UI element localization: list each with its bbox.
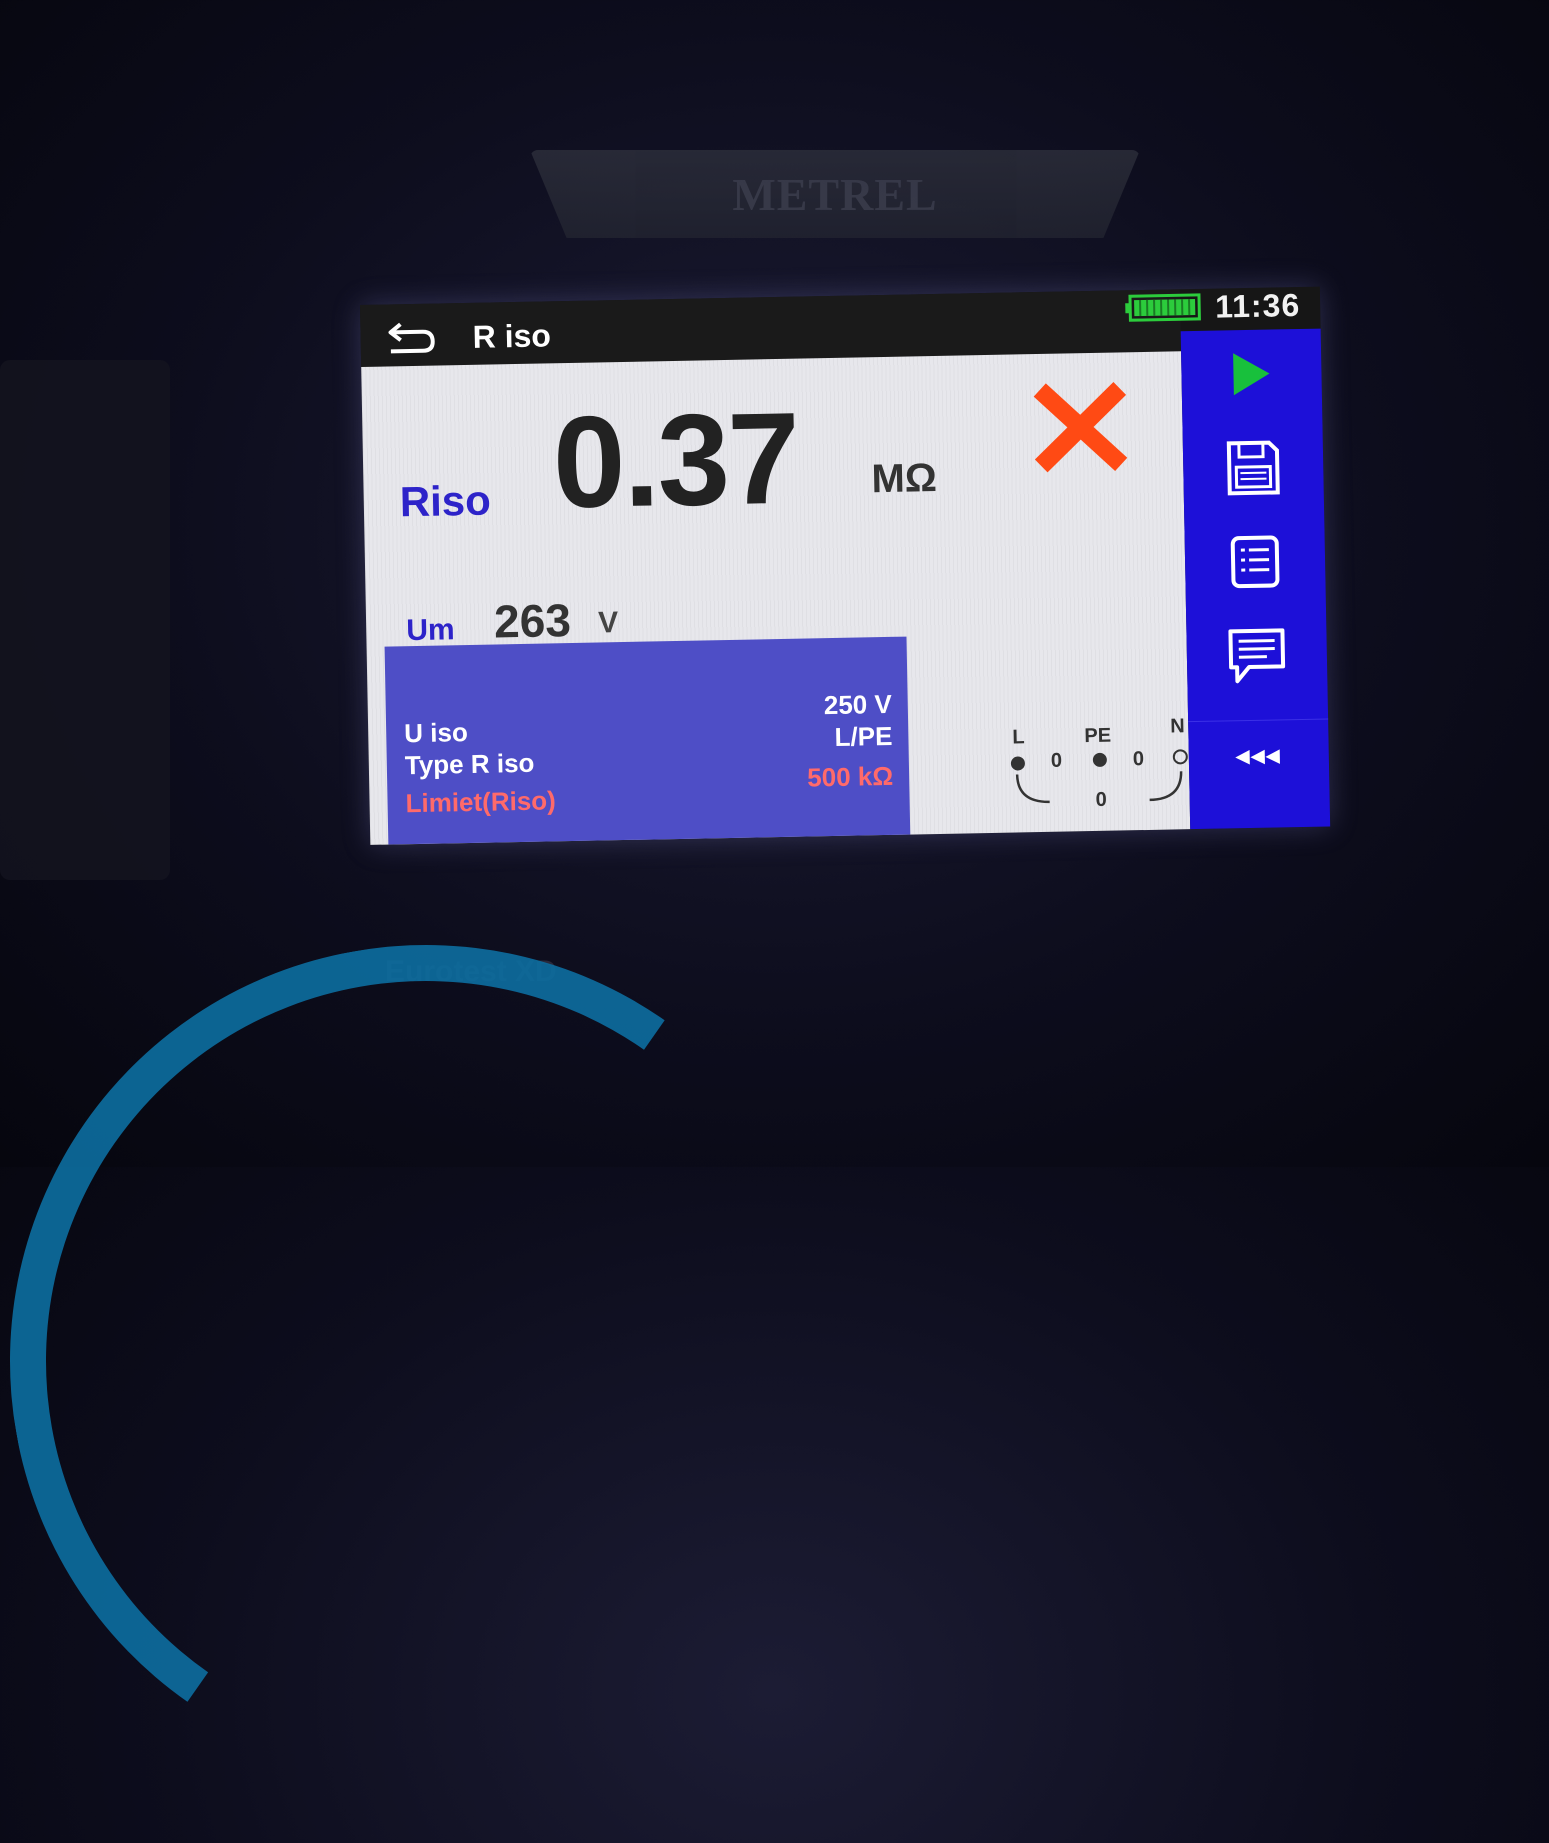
param-value-limit: 500 kΩ <box>806 760 894 793</box>
save-button[interactable] <box>1221 435 1286 500</box>
brand-logo: METREL <box>732 169 938 220</box>
battery-icon <box>1125 293 1201 322</box>
watermark-arc <box>0 879 908 1843</box>
save-icon <box>1226 440 1280 496</box>
comment-button[interactable] <box>1224 623 1289 688</box>
param-label-uiso: U iso <box>403 717 469 749</box>
terminal-dot-n <box>1172 749 1188 765</box>
terminal-connection-arcs <box>1015 771 1183 804</box>
terminal-label-l: L <box>1012 726 1025 749</box>
results-list-button[interactable] <box>1222 529 1287 594</box>
param-value-uiso: 250 V <box>823 688 893 721</box>
list-icon <box>1230 535 1280 589</box>
terminal-diagram: L PE N 0 0 0 <box>998 715 1190 825</box>
sidebar-divider <box>1188 718 1329 723</box>
action-sidebar: ◂◂◂ <box>1180 328 1331 830</box>
um-unit: V <box>597 606 619 640</box>
page-title: R iso <box>472 317 552 355</box>
start-button[interactable] <box>1219 341 1284 406</box>
param-label-limit: Limiet(Riso) <box>405 785 557 819</box>
fail-cross-icon <box>1033 382 1128 473</box>
parameters-panel[interactable]: U iso Type R iso Limiet(Riso) 250 V L/PE… <box>384 636 911 845</box>
device-brand-plate: METREL <box>530 150 1140 238</box>
result-panel: Riso 0.37 MΩ Um 263 V U iso Type R iso L… <box>361 351 1191 845</box>
device-bezel <box>0 360 170 880</box>
um-value: 263 <box>493 594 572 648</box>
param-value-type: L/PE <box>834 720 893 752</box>
result-label: Riso <box>399 476 492 526</box>
param-label-type: Type R iso <box>404 747 535 781</box>
result-value: 0.37 <box>551 384 800 536</box>
play-icon <box>1233 353 1270 396</box>
result-unit: MΩ <box>871 455 938 502</box>
um-label: Um <box>405 613 455 648</box>
instrument-screen: R iso 11:36 Riso 0.37 MΩ Um 263 V U iso … <box>360 285 1331 845</box>
terminal-label-pe: PE <box>1084 724 1112 748</box>
terminal-label-n: N <box>1170 715 1185 738</box>
clock-time: 11:36 <box>1214 286 1301 325</box>
terminal-dot-pe <box>1092 752 1108 768</box>
more-options-button[interactable]: ◂◂◂ <box>1189 738 1330 772</box>
back-arrow-icon[interactable] <box>386 318 439 357</box>
comment-icon <box>1228 628 1286 684</box>
status-bar: 11:36 <box>1125 285 1301 328</box>
